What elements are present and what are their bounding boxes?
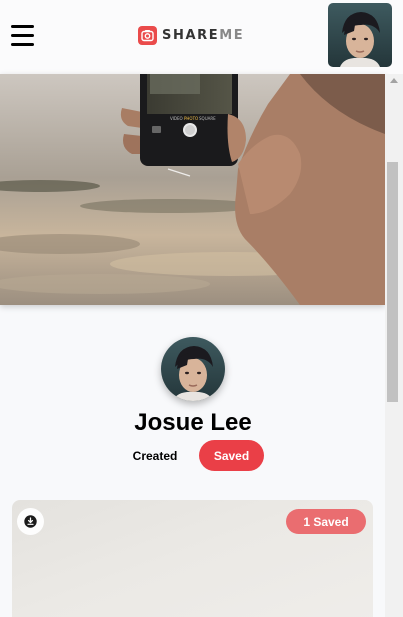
page-scrollbar[interactable] [385,74,403,617]
scroll-thumb[interactable] [387,162,398,402]
profile-avatar [161,337,225,401]
scroll-up-arrow-icon[interactable] [390,78,398,83]
profile-banner-image: VIDEO PHOTO SQUARE [0,74,385,305]
phone-mode-label: SQUARE [199,116,216,121]
logo-text: SHAREME [162,27,245,43]
user-avatar[interactable] [328,3,392,67]
camera-icon [138,25,157,45]
tab-saved[interactable]: Saved [199,440,264,471]
app-logo[interactable]: SHAREME [138,25,244,45]
top-navbar: SHAREME [0,0,403,74]
phone-mode-label: PHOTO [184,116,198,121]
tab-created[interactable]: Created [122,442,188,470]
profile-name: Josue Lee [134,409,252,436]
saved-count-button[interactable]: 1 Saved [286,509,366,534]
hamburger-menu-icon[interactable] [11,25,34,46]
pin-card[interactable]: 1 Saved [12,500,373,617]
user-profile-page: SHAREME VIDEO PHOTO SQUARE Josue Lee Cre… [0,0,403,617]
download-icon[interactable] [17,508,44,535]
phone-mode-label: VIDEO [170,116,183,121]
